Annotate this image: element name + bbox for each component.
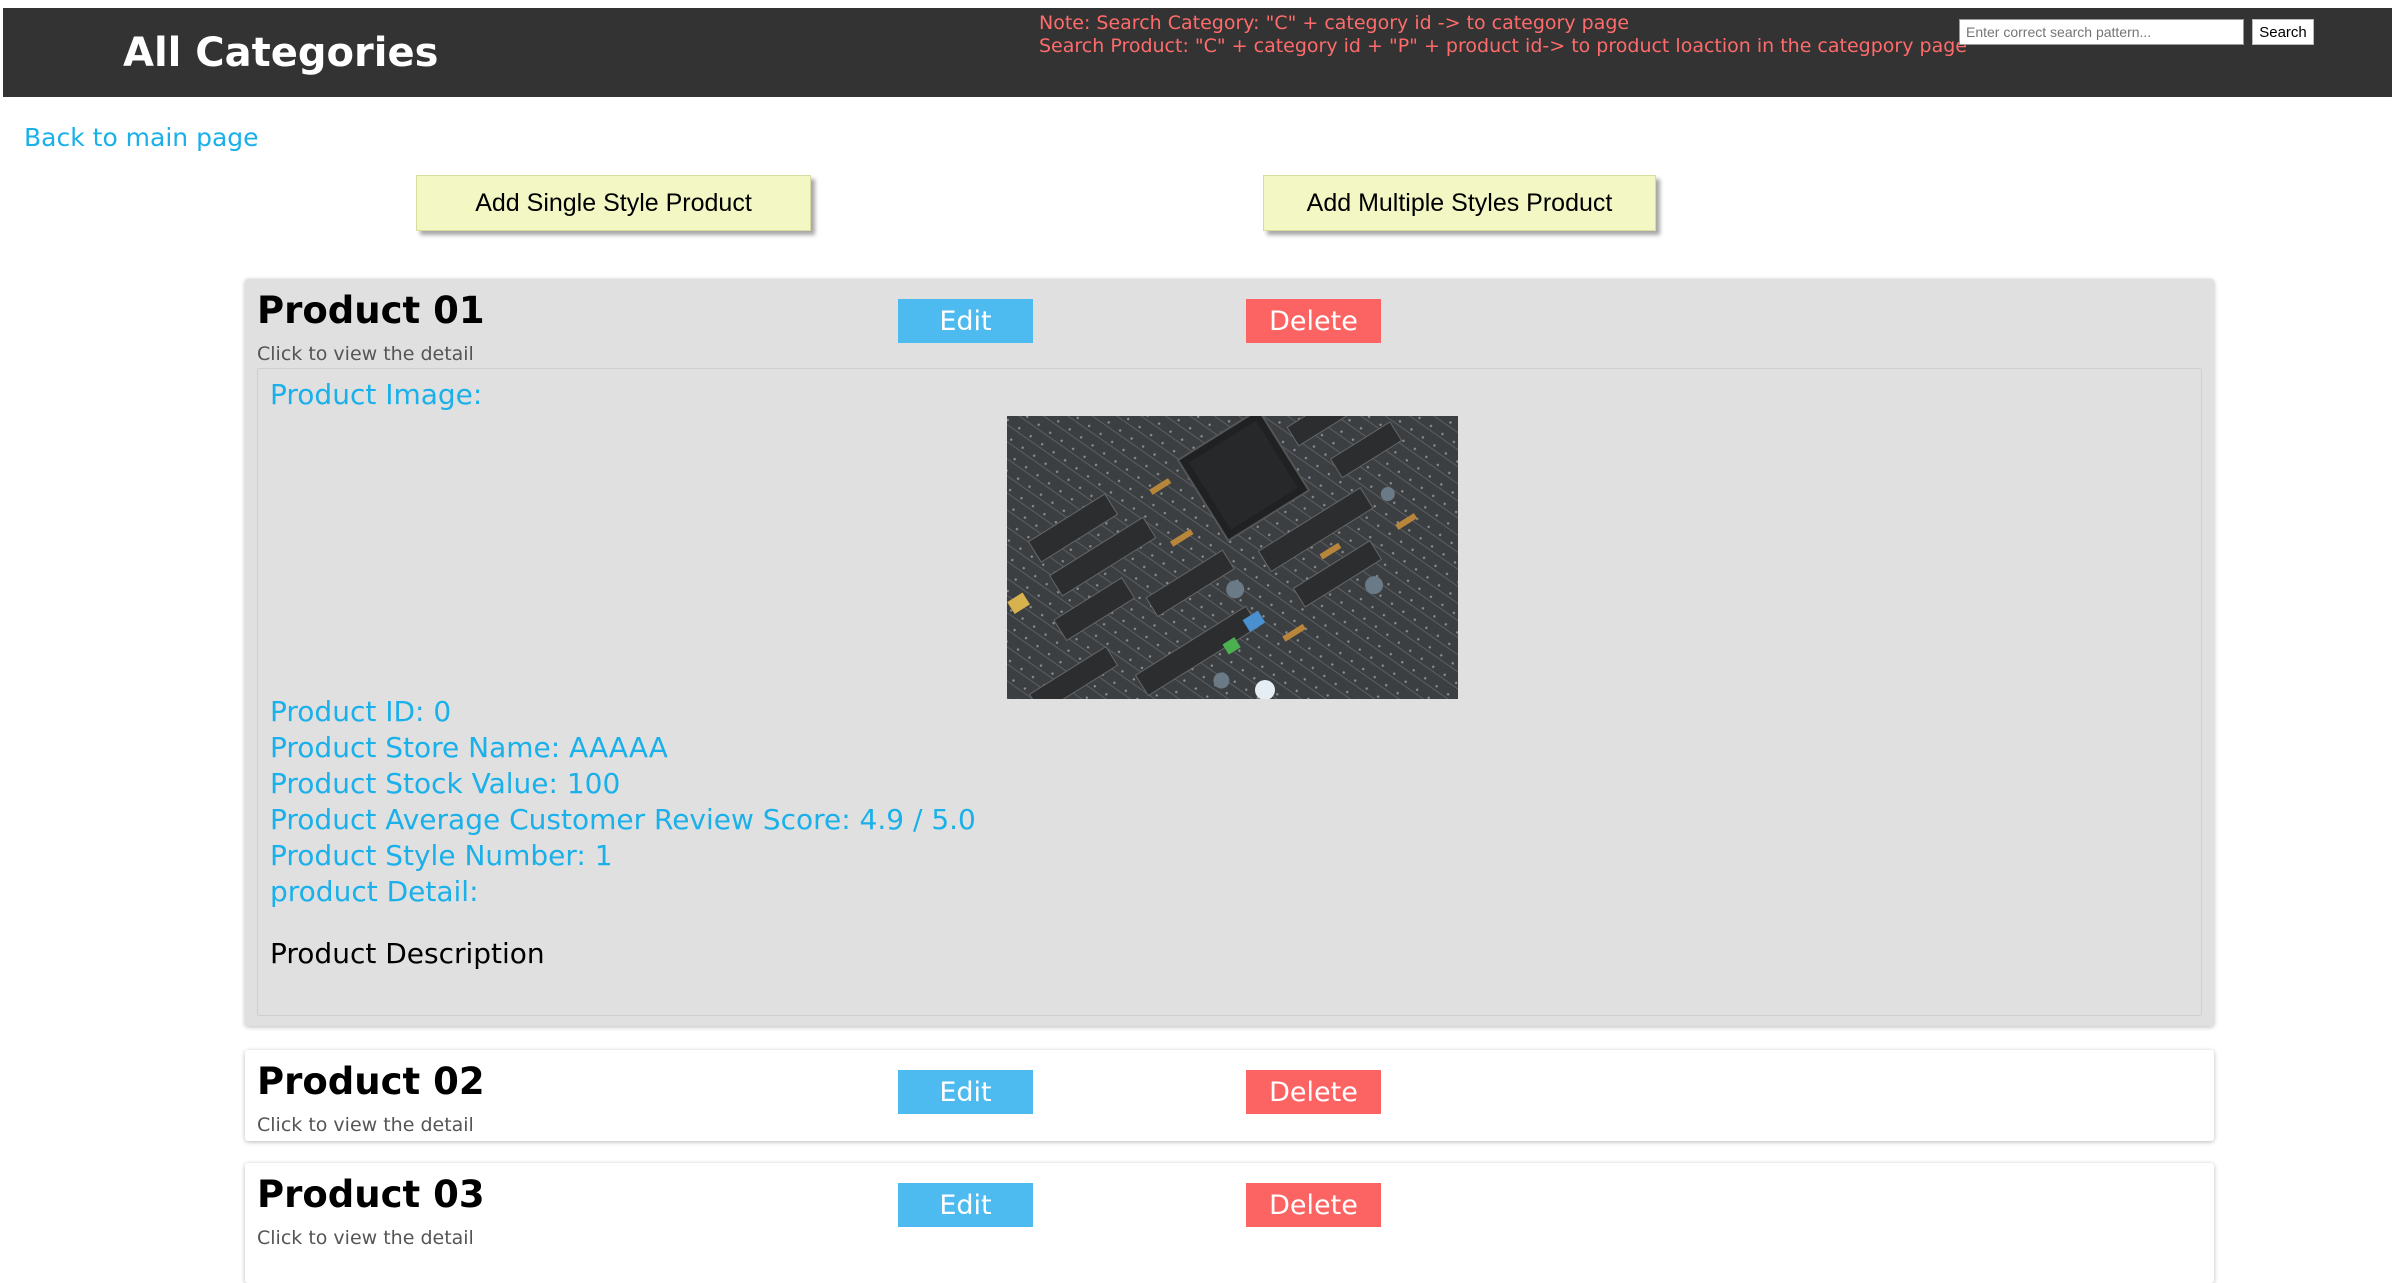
circuit-board-image	[1007, 416, 1458, 699]
edit-button[interactable]: Edit	[898, 1070, 1033, 1114]
edit-button[interactable]: Edit	[898, 1183, 1033, 1227]
search-button[interactable]: Search	[2252, 19, 2314, 45]
add-single-style-product-button[interactable]: Add Single Style Product	[416, 175, 811, 231]
delete-button[interactable]: Delete	[1246, 1183, 1381, 1227]
product-id: Product ID: 0	[270, 695, 452, 728]
product-review-score: Product Average Customer Review Score: 4…	[270, 803, 976, 836]
page-title: All Categories	[123, 30, 439, 76]
product-card[interactable]: Product 02 Click to view the detail Edit…	[245, 1050, 2214, 1141]
delete-button[interactable]: Delete	[1246, 1070, 1381, 1114]
product-title[interactable]: Product 02	[257, 1061, 485, 1103]
product-title[interactable]: Product 03	[257, 1174, 485, 1216]
product-image-label: Product Image:	[270, 378, 483, 411]
product-stock-value: Product Stock Value: 100	[270, 767, 621, 800]
product-image	[1007, 416, 1458, 699]
add-multiple-styles-product-button[interactable]: Add Multiple Styles Product	[1263, 175, 1656, 231]
search-input[interactable]	[1959, 19, 2244, 45]
product-detail-label: product Detail:	[270, 875, 479, 908]
product-hint: Click to view the detail	[257, 1114, 474, 1136]
product-title[interactable]: Product 01	[257, 290, 485, 332]
top-header: All Categories Note: Search Category: "C…	[3, 8, 2392, 97]
product-store-name: Product Store Name: AAAAA	[270, 731, 668, 764]
search-help-line-category: Note: Search Category: "C" + category id…	[1039, 12, 1630, 34]
product-card[interactable]: Product 03 Click to view the detail Edit…	[245, 1163, 2214, 1283]
product-detail-panel: Product Image: Product ID: 0 Product Sto…	[257, 368, 2202, 1016]
product-style-number: Product Style Number: 1	[270, 839, 613, 872]
product-description: Product Description	[270, 937, 545, 970]
search-help-line-product: Search Product: "C" + category id + "P" …	[1039, 35, 1967, 57]
product-card[interactable]: Product 01 Click to view the detail Edit…	[245, 279, 2214, 1026]
delete-button[interactable]: Delete	[1246, 299, 1381, 343]
back-to-main-link[interactable]: Back to main page	[24, 123, 259, 153]
product-hint: Click to view the detail	[257, 1227, 474, 1249]
product-hint: Click to view the detail	[257, 343, 474, 365]
search-help-note: Note: Search Category: "C" + category id…	[1039, 12, 1967, 58]
edit-button[interactable]: Edit	[898, 299, 1033, 343]
